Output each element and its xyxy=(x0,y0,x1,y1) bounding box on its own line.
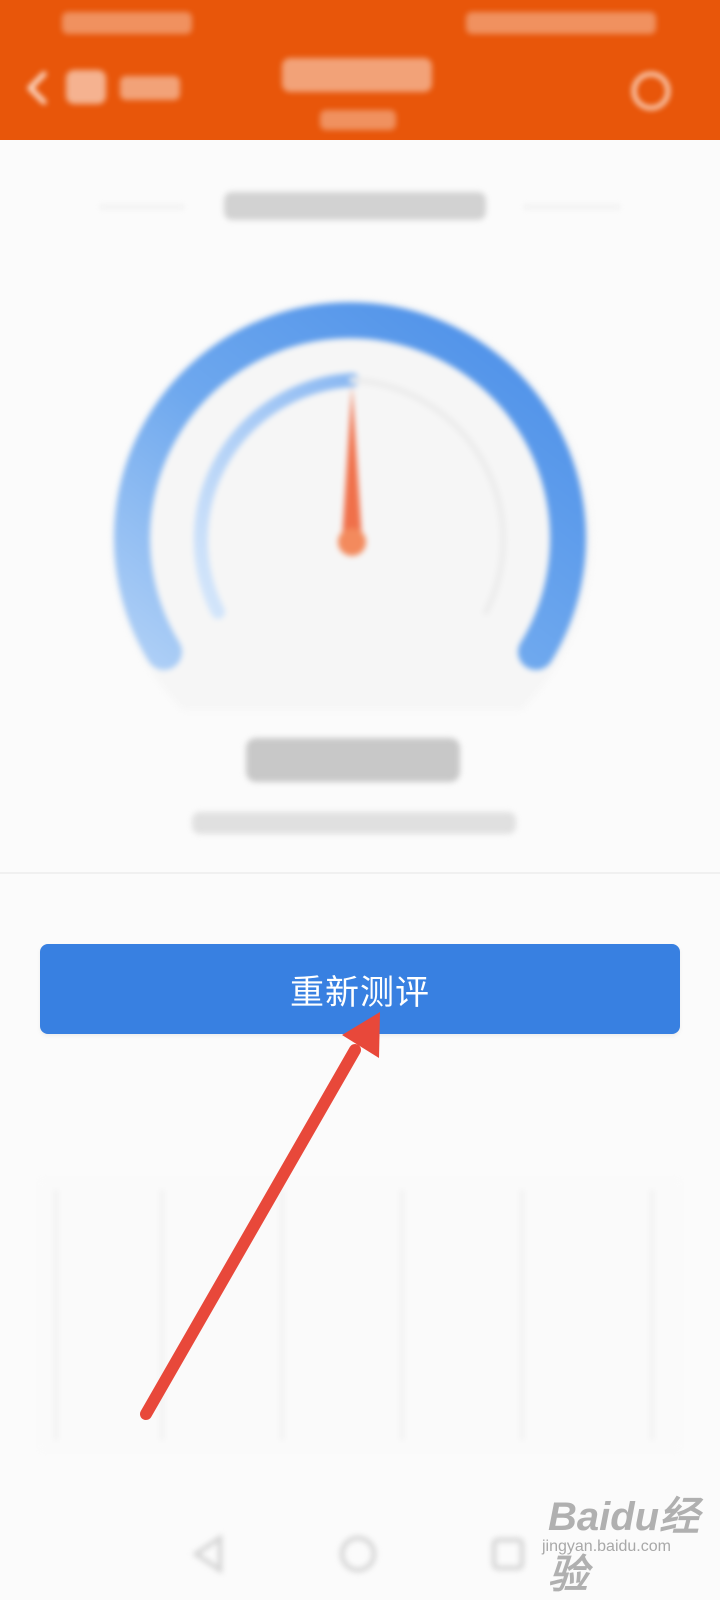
faded-background-content xyxy=(40,1180,680,1450)
page-subtitle xyxy=(320,110,396,130)
watermark-url: jingyan.baidu.com xyxy=(542,1538,671,1555)
chevron-left-icon[interactable] xyxy=(18,68,58,108)
reassess-button[interactable]: 重新测评 xyxy=(40,944,680,1034)
app-header xyxy=(0,0,720,140)
status-bar-right-indicators xyxy=(466,12,656,34)
home-circle-icon[interactable] xyxy=(336,1532,380,1576)
recents-square-icon[interactable] xyxy=(486,1532,530,1576)
result-title xyxy=(246,738,460,782)
result-description xyxy=(192,812,516,834)
back-triangle-icon[interactable] xyxy=(186,1532,230,1576)
page-title xyxy=(282,58,432,92)
refresh-icon[interactable] xyxy=(628,68,674,114)
status-bar xyxy=(0,0,720,48)
divider xyxy=(0,872,720,874)
risk-gauge xyxy=(112,300,592,710)
status-bar-left-indicators xyxy=(62,12,192,34)
baidu-jingyan-watermark: Baidu经验 jingyan.baidu.com xyxy=(540,1484,712,1597)
section-heading xyxy=(100,186,620,226)
back-button-label[interactable] xyxy=(66,66,186,110)
